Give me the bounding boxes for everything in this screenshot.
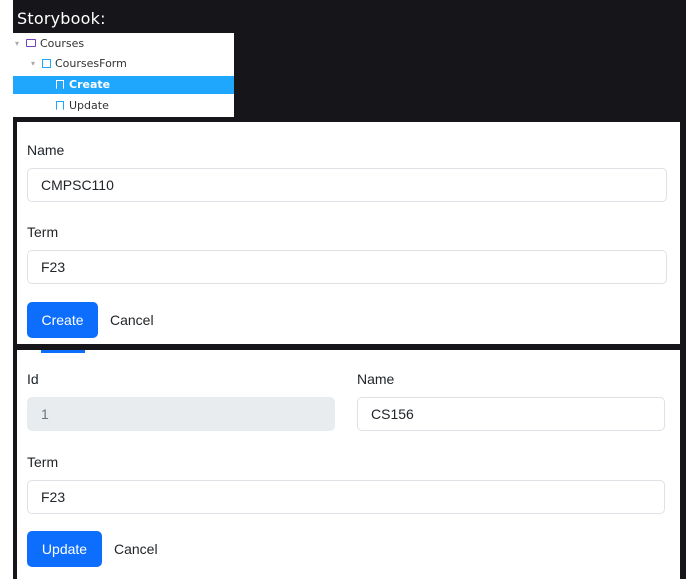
create-button[interactable]: Create: [27, 302, 98, 338]
story-bookmark-icon: [56, 80, 64, 89]
update-button[interactable]: Update: [27, 531, 102, 567]
term-input[interactable]: F23: [27, 480, 665, 514]
name-input[interactable]: CMPSC110: [27, 168, 667, 202]
chevron-down-icon: ▾: [31, 59, 36, 68]
cancel-button[interactable]: Cancel: [110, 302, 154, 338]
name-label: Name: [27, 142, 65, 158]
name-input[interactable]: CS156: [357, 397, 665, 431]
tree-item-courses[interactable]: ▾ Courses: [13, 35, 234, 53]
chevron-down-icon: ▾: [15, 39, 20, 48]
cancel-button[interactable]: Cancel: [114, 531, 158, 567]
term-label: Term: [27, 454, 59, 470]
update-form-panel: Id 1 Name CS156 Term F23 Update Cancel: [17, 353, 680, 579]
storybook-title: Storybook:: [17, 9, 106, 28]
term-label: Term: [27, 224, 59, 240]
tree-item-coursesform[interactable]: ▾ CoursesForm: [13, 55, 234, 73]
id-input: 1: [27, 397, 335, 431]
tree-item-create[interactable]: Create: [13, 76, 234, 94]
storybook-sidebar-tree: ▾ Courses ▾ CoursesForm Create Update: [13, 33, 234, 117]
id-label: Id: [27, 371, 39, 387]
term-input[interactable]: F23: [27, 250, 667, 284]
right-edge-strip: [680, 122, 686, 579]
name-label: Name: [357, 371, 395, 387]
component-icon: [42, 59, 51, 68]
divider-band: [13, 344, 686, 350]
story-bookmark-icon: [56, 101, 64, 110]
create-form-panel: Name CMPSC110 Term F23 Create Cancel: [17, 122, 680, 344]
tree-item-label: Update: [69, 99, 109, 112]
tree-item-label: CoursesForm: [55, 57, 127, 70]
tree-item-label: Courses: [40, 37, 85, 50]
folder-icon: [26, 39, 36, 47]
tree-item-update[interactable]: Update: [13, 97, 234, 115]
tree-item-label: Create: [69, 78, 111, 91]
